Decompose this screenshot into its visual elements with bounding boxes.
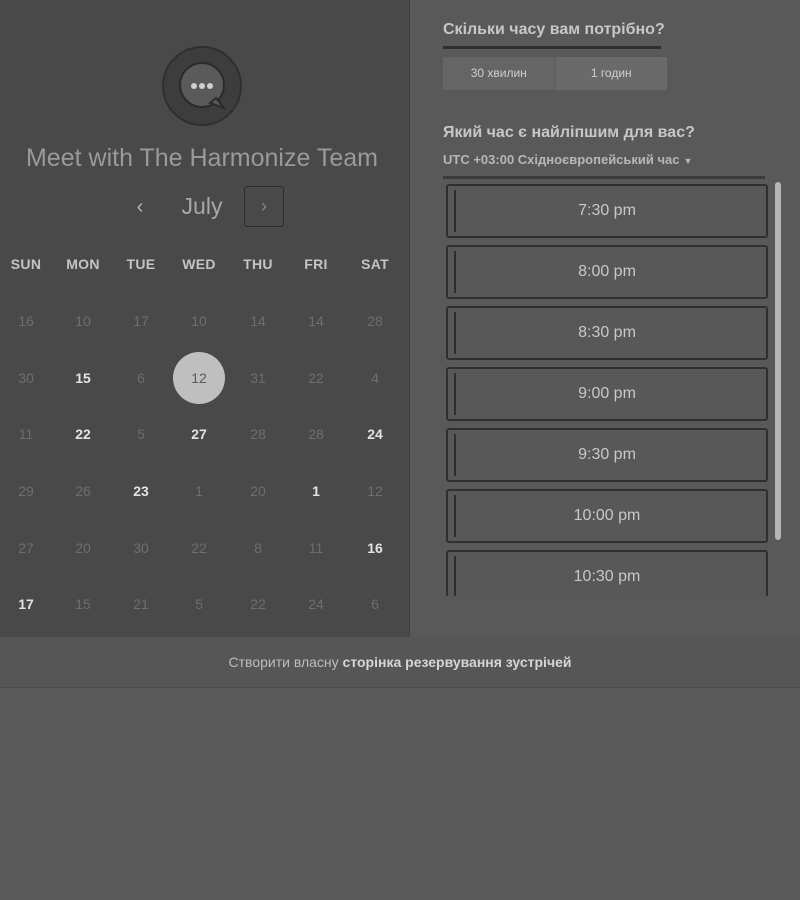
calendar-panel: Meet with The Harmonize Team ‹ July › SU… [0, 0, 410, 637]
time-slot-button[interactable]: 10:00 pm [446, 489, 768, 543]
calendar-day-unavailable: 10 [75, 313, 91, 329]
calendar-day-unavailable: 14 [250, 313, 266, 329]
calendar-day-unavailable: 22 [250, 596, 266, 612]
calendar-day-unavailable: 6 [371, 596, 379, 612]
calendar-day-unavailable: 16 [18, 313, 34, 329]
calendar-day-unavailable: 20 [250, 483, 266, 499]
calendar-day-available[interactable]: 24 [347, 419, 403, 449]
timezone-selector[interactable]: UTC +03:00 Східноєвропейський час ▼ [443, 152, 692, 167]
footer-link-bold: сторінка резервування зустрічей [342, 654, 572, 670]
calendar-day-unavailable: 28 [250, 426, 266, 442]
calendar-day-unavailable: 4 [371, 370, 379, 386]
time-slot-button[interactable]: 8:00 pm [446, 245, 768, 299]
timezone-divider [443, 176, 765, 179]
calendar-day-unavailable: 10 [191, 313, 207, 329]
calendar-day-unavailable: 20 [75, 540, 91, 556]
next-month-button[interactable]: › [244, 186, 284, 227]
timezone-label: UTC +03:00 Східноєвропейський час [443, 152, 680, 167]
calendar-day-unavailable: 5 [195, 596, 203, 612]
calendar-day-available[interactable]: 15 [55, 363, 111, 393]
time-slot-button[interactable]: 9:00 pm [446, 367, 768, 421]
duration-divider [443, 46, 661, 49]
calendar-day-unavailable: 22 [191, 540, 207, 556]
create-booking-page-link[interactable]: Створити власну сторінка резервування зу… [0, 654, 800, 670]
chat-bubble-icon [179, 62, 227, 111]
time-slot-scrollbar[interactable] [775, 182, 781, 540]
caret-down-icon: ▼ [683, 156, 693, 166]
prev-month-button[interactable]: ‹ [124, 190, 156, 224]
calendar-day-unavailable: 22 [308, 370, 324, 386]
calendar-day-unavailable: 29 [18, 483, 34, 499]
month-label: July [181, 193, 223, 219]
calendar-day-unavailable: 6 [137, 370, 145, 386]
calendar-day-unavailable: 5 [137, 426, 145, 442]
calendar-day-unavailable: 11 [18, 426, 34, 442]
time-heading: Який час є найліпшим для вас? [443, 124, 695, 141]
team-title: Meet with The Harmonize Team [25, 144, 378, 172]
calendar-day-unavailable: 1 [195, 483, 203, 499]
team-avatar [162, 46, 242, 126]
weekday-5: FRI [304, 256, 328, 272]
calendar-day-available[interactable]: 17 [0, 589, 54, 619]
calendar-day-unavailable: 11 [308, 540, 324, 556]
calendar-day-unavailable: 28 [308, 426, 324, 442]
calendar-day-unavailable: 31 [250, 370, 266, 386]
calendar-day-unavailable: 24 [308, 596, 324, 612]
calendar-day-unavailable: 14 [308, 313, 324, 329]
calendar-day-unavailable: 15 [75, 596, 91, 612]
calendar-day-unavailable: 17 [133, 313, 149, 329]
calendar-day-available[interactable]: 23 [113, 476, 169, 506]
weekday-6: SAT [361, 256, 389, 272]
calendar-day-unavailable: 30 [133, 540, 149, 556]
time-slot-button[interactable]: 10:30 pm [446, 550, 768, 596]
calendar-day-unavailable: 8 [254, 540, 262, 556]
footer-link-prefix: Створити власну [228, 654, 339, 670]
calendar-day-available[interactable]: 16 [347, 533, 403, 563]
calendar-day-unavailable: 30 [18, 370, 34, 386]
time-slot-button[interactable]: 9:30 pm [446, 428, 768, 482]
weekday-2: TUE [126, 256, 156, 272]
duration-toggle: 30 хвилин 1 годин [443, 57, 667, 90]
calendar-day-unavailable: 21 [133, 596, 149, 612]
weekday-4: THU [243, 256, 273, 272]
weekday-3: WED [182, 256, 216, 272]
calendar-day-unavailable: 28 [367, 313, 383, 329]
duration-heading: Скільки часу вам потрібно? [443, 21, 665, 38]
time-slot-button[interactable]: 7:30 pm [446, 184, 768, 238]
duration-option-30min[interactable]: 30 хвилин [443, 57, 556, 90]
calendar-day-unavailable: 26 [75, 483, 91, 499]
duration-option-1hour[interactable]: 1 годин [556, 57, 668, 90]
weekday-0: SUN [10, 256, 42, 272]
weekday-1: MON [66, 256, 100, 272]
calendar-day-available[interactable]: 27 [171, 419, 227, 449]
time-slot-button[interactable]: 8:30 pm [446, 306, 768, 360]
time-slot-list: 7:30 pm 8:00 pm 8:30 pm 9:00 pm 9:30 pm 10:00… [443, 182, 773, 596]
calendar-day-unavailable: 27 [18, 540, 34, 556]
calendar-day-available[interactable]: 1 [288, 476, 344, 506]
calendar-day-unavailable: 12 [367, 483, 383, 499]
calendar-day-selected[interactable]: 12 [173, 352, 225, 404]
calendar-day-available[interactable]: 22 [55, 419, 111, 449]
